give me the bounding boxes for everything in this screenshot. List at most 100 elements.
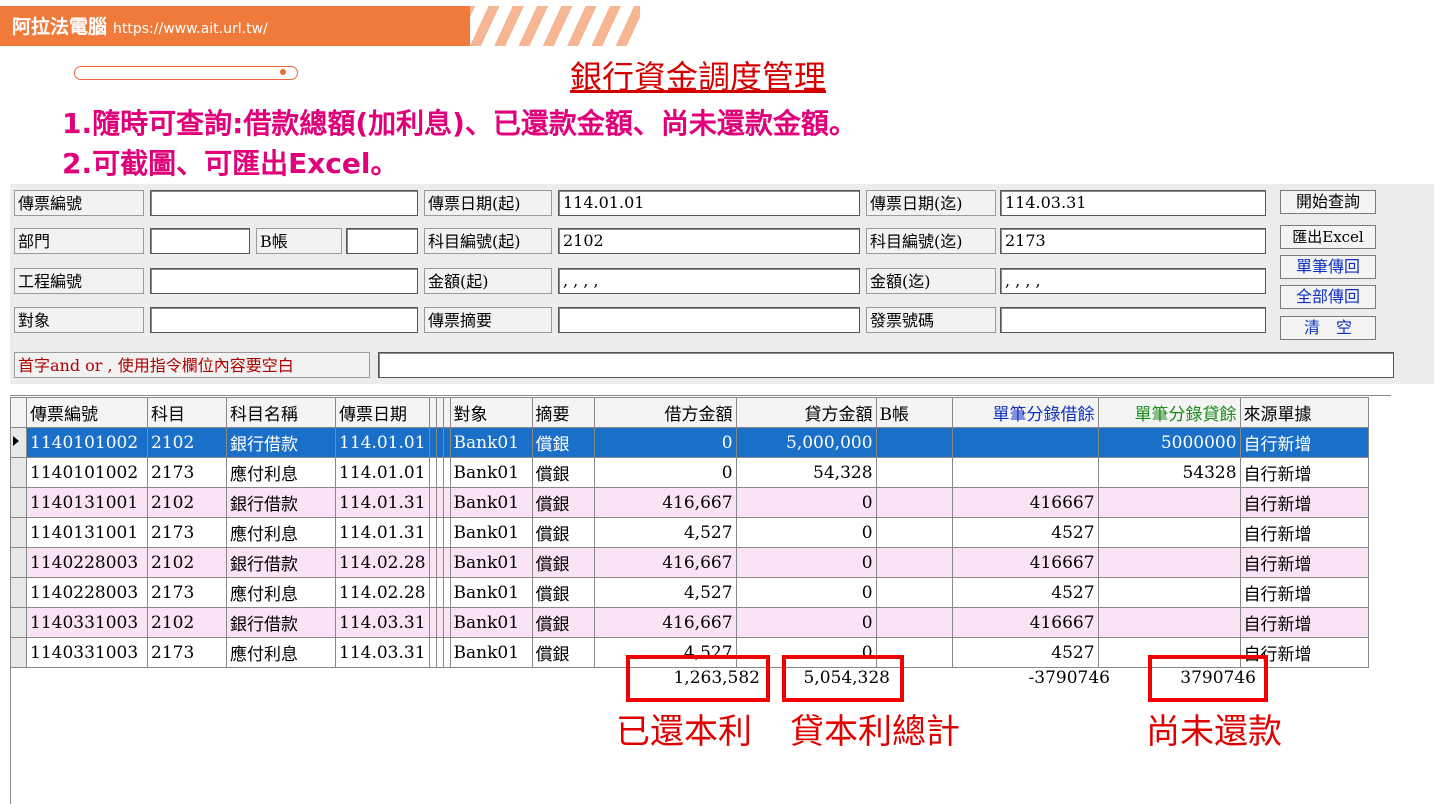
table-cell[interactable]: Bank01 — [449, 427, 533, 458]
table-cell[interactable] — [875, 577, 953, 608]
table-cell[interactable]: 自行新增 — [1239, 607, 1369, 638]
table-cell[interactable] — [875, 607, 953, 638]
command-field[interactable] — [378, 352, 1394, 378]
table-cell[interactable]: 4,527 — [593, 517, 737, 548]
table-cell[interactable]: 償銀 — [531, 427, 595, 458]
col-header[interactable]: B帳 — [875, 397, 953, 428]
table-cell[interactable]: 償銀 — [531, 577, 595, 608]
table-row[interactable]: 1140101002 2173 應付利息 114.01.01 Bank01 償銀 0 54,3… — [10, 457, 1369, 488]
col-header[interactable]: 科目名稱 — [226, 397, 336, 428]
table-cell[interactable]: 銀行借款 — [226, 427, 336, 458]
table-cell[interactable] — [951, 427, 1099, 458]
col-header[interactable]: 單筆分錄貸餘 — [1097, 397, 1241, 428]
table-cell[interactable]: 114.02.28 — [335, 577, 430, 608]
table-cell[interactable]: 416667 — [951, 487, 1099, 518]
table-cell[interactable]: 114.03.31 — [335, 607, 430, 638]
table-cell[interactable]: 4527 — [951, 517, 1099, 548]
col-header[interactable]: 來源單據 — [1239, 397, 1369, 428]
table-cell[interactable]: Bank01 — [449, 517, 533, 548]
table-cell-blank[interactable] — [442, 547, 451, 578]
table-cell[interactable]: 114.01.01 — [335, 427, 430, 458]
table-cell[interactable]: 4527 — [951, 637, 1099, 668]
table-cell[interactable]: 114.01.31 — [335, 517, 430, 548]
table-cell[interactable]: 償銀 — [531, 517, 595, 548]
table-cell[interactable]: 0 — [735, 577, 877, 608]
table-cell[interactable]: Bank01 — [449, 577, 533, 608]
table-cell[interactable]: 54328 — [1097, 457, 1241, 488]
table-cell[interactable]: 4,527 — [593, 577, 737, 608]
table-cell[interactable]: 自行新增 — [1239, 427, 1369, 458]
row-indicator[interactable] — [10, 607, 27, 638]
row-indicator[interactable] — [10, 487, 27, 518]
table-cell[interactable] — [875, 517, 953, 548]
table-cell[interactable]: Bank01 — [449, 457, 533, 488]
summary-field[interactable] — [558, 307, 860, 333]
table-cell[interactable]: 2102 — [147, 547, 227, 578]
table-row[interactable]: 1140228003 2102 銀行借款 114.02.28 Bank01 償銀 416,6… — [10, 547, 1369, 578]
table-cell[interactable]: 自行新增 — [1239, 487, 1369, 518]
table-cell[interactable]: 銀行借款 — [226, 607, 336, 638]
col-header[interactable]: 摘要 — [531, 397, 595, 428]
table-cell[interactable] — [1097, 487, 1241, 518]
table-cell-blank[interactable] — [435, 577, 444, 608]
table-cell-blank[interactable] — [442, 577, 451, 608]
table-cell[interactable]: Bank01 — [449, 637, 533, 668]
date-from-field[interactable]: 114.01.01 — [558, 190, 860, 216]
col-header[interactable]: 傳票日期 — [335, 397, 430, 428]
table-cell-blank[interactable] — [428, 487, 437, 518]
table-cell[interactable]: 償銀 — [531, 487, 595, 518]
row-indicator[interactable] — [10, 637, 27, 668]
table-cell[interactable]: 1140331003 — [26, 637, 148, 668]
table-cell[interactable]: 2173 — [147, 577, 227, 608]
table-cell-blank[interactable] — [435, 517, 444, 548]
col-header[interactable]: 傳票編號 — [26, 397, 148, 428]
b-account-field[interactable] — [346, 228, 418, 254]
table-cell[interactable]: 償銀 — [531, 607, 595, 638]
table-cell[interactable]: 416667 — [951, 547, 1099, 578]
project-field[interactable] — [150, 268, 418, 294]
table-cell[interactable]: 114.03.31 — [335, 637, 430, 668]
table-cell[interactable] — [875, 427, 953, 458]
table-cell[interactable]: 償銀 — [531, 547, 595, 578]
invoice-field[interactable] — [1000, 307, 1266, 333]
table-cell-blank[interactable] — [428, 577, 437, 608]
table-cell[interactable]: 416,667 — [593, 607, 737, 638]
col-header[interactable]: 科目 — [147, 397, 227, 428]
table-cell[interactable]: 2102 — [147, 607, 227, 638]
table-cell[interactable]: Bank01 — [449, 607, 533, 638]
table-cell[interactable]: 5000000 — [1097, 427, 1241, 458]
amount-from-field[interactable]: , , , , — [558, 268, 860, 294]
voucher-no-field[interactable] — [150, 190, 418, 216]
table-cell-blank[interactable] — [435, 427, 444, 458]
table-row[interactable]: 1140131001 2102 銀行借款 114.01.31 Bank01 償銀 416,6… — [10, 487, 1369, 518]
table-cell[interactable]: 416667 — [951, 607, 1099, 638]
table-cell[interactable]: 償銀 — [531, 457, 595, 488]
table-cell[interactable]: 114.01.01 — [335, 457, 430, 488]
table-cell-blank[interactable] — [428, 637, 437, 668]
table-cell[interactable]: 1140101002 — [26, 427, 148, 458]
table-cell-blank[interactable] — [428, 427, 437, 458]
table-cell[interactable]: 2173 — [147, 457, 227, 488]
amount-to-field[interactable]: , , , , — [1000, 268, 1266, 294]
table-cell[interactable]: 0 — [735, 547, 877, 578]
table-cell[interactable]: 0 — [735, 487, 877, 518]
col-header[interactable]: 貸方金額 — [735, 397, 877, 428]
date-to-field[interactable]: 114.03.31 — [1000, 190, 1266, 216]
table-cell[interactable]: 0 — [593, 427, 737, 458]
table-cell[interactable] — [1097, 577, 1241, 608]
table-cell[interactable]: 54,328 — [735, 457, 877, 488]
table-cell[interactable]: 償銀 — [531, 637, 595, 668]
table-row[interactable]: 1140101002 2102 銀行借款 114.01.01 Bank01 償銀 0 5,00… — [10, 427, 1369, 458]
table-cell[interactable] — [951, 457, 1099, 488]
table-row[interactable]: 1140228003 2173 應付利息 114.02.28 Bank01 償銀 4,527… — [10, 577, 1369, 608]
table-cell[interactable]: 0 — [735, 607, 877, 638]
table-cell[interactable]: 自行新增 — [1239, 517, 1369, 548]
table-cell[interactable]: 114.01.31 — [335, 487, 430, 518]
table-cell[interactable]: 4527 — [951, 577, 1099, 608]
table-cell-blank[interactable] — [428, 517, 437, 548]
table-cell[interactable] — [875, 457, 953, 488]
current-row-indicator-icon[interactable] — [10, 427, 27, 458]
row-indicator[interactable] — [10, 577, 27, 608]
row-indicator[interactable] — [10, 547, 27, 578]
table-row[interactable]: 1140331003 2102 銀行借款 114.03.31 Bank01 償銀 416,6… — [10, 607, 1369, 638]
